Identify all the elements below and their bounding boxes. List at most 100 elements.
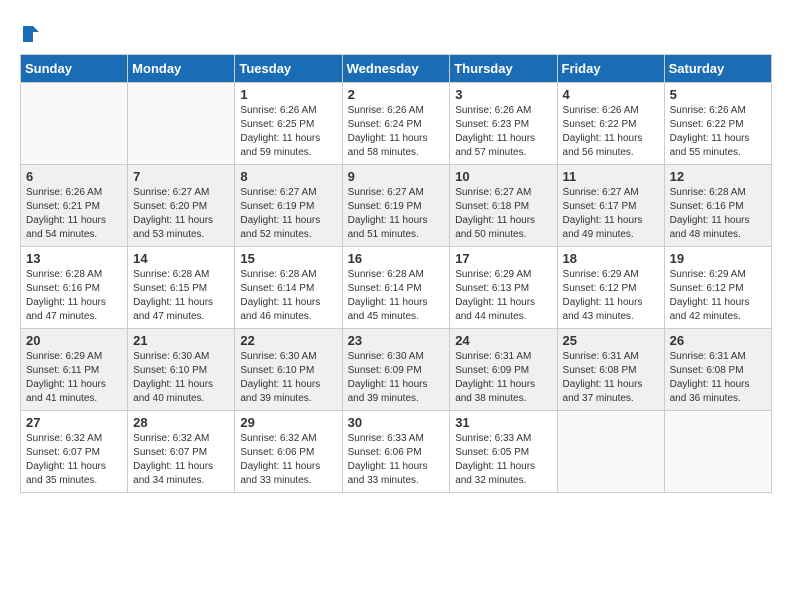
calendar-cell: 13 Sunrise: 6:28 AM Sunset: 6:16 PM Dayli…	[21, 246, 128, 328]
day-number: 5	[670, 87, 766, 102]
day-number: 2	[348, 87, 445, 102]
calendar-cell: 30Sunrise: 6:33 AM Sunset: 6:06 PM Dayli…	[342, 410, 450, 492]
day-info: Sunrise: 6:27 AM Sunset: 6:18 PM Dayligh…	[455, 186, 551, 242]
calendar-cell: 31 Sunrise: 6:33 AM Sunset: 6:05 PM Dayli…	[450, 410, 557, 492]
day-number: 29	[240, 415, 336, 430]
day-info: Sunrise: 6:33 AM Sunset: 6:06 PM Dayligh…	[348, 432, 445, 488]
day-number: 1	[240, 87, 336, 102]
day-info: Sunrise: 6:26 AM Sunset: 6:22 PM Dayligh…	[563, 104, 659, 160]
day-info: Sunrise: 6:29 AM Sunset: 6:11 PM Dayligh…	[26, 350, 122, 406]
day-info: Sunrise: 6:28 AM Sunset: 6:14 PM Dayligh…	[240, 268, 336, 324]
day-number: 24	[455, 333, 551, 348]
calendar-cell: 19 Sunrise: 6:29 AM Sunset: 6:12 PM Dayli…	[664, 246, 771, 328]
day-number: 15	[240, 251, 336, 266]
calendar-cell: 17Sunrise: 6:29 AM Sunset: 6:13 PM Dayli…	[450, 246, 557, 328]
day-number: 4	[563, 87, 659, 102]
day-number: 28	[133, 415, 229, 430]
day-number: 13	[26, 251, 122, 266]
calendar-cell: 27 Sunrise: 6:32 AM Sunset: 6:07 PM Dayli…	[21, 410, 128, 492]
day-info: Sunrise: 6:29 AM Sunset: 6:12 PM Dayligh…	[563, 268, 659, 324]
calendar-cell: 5Sunrise: 6:26 AM Sunset: 6:22 PM Daylig…	[664, 82, 771, 164]
calendar-cell: 29 Sunrise: 6:32 AM Sunset: 6:06 PM Dayli…	[235, 410, 342, 492]
calendar-cell: 7 Sunrise: 6:27 AM Sunset: 6:20 PM Daylig…	[128, 164, 235, 246]
day-info: Sunrise: 6:33 AM Sunset: 6:05 PM Dayligh…	[455, 432, 551, 488]
day-info: Sunrise: 6:26 AM Sunset: 6:21 PM Dayligh…	[26, 186, 122, 242]
calendar-cell: 23 Sunrise: 6:30 AM Sunset: 6:09 PM Dayli…	[342, 328, 450, 410]
calendar-cell	[557, 410, 664, 492]
day-info: Sunrise: 6:32 AM Sunset: 6:07 PM Dayligh…	[26, 432, 122, 488]
day-info: Sunrise: 6:31 AM Sunset: 6:09 PM Dayligh…	[455, 350, 551, 406]
day-info: Sunrise: 6:26 AM Sunset: 6:25 PM Dayligh…	[240, 104, 336, 160]
day-number: 9	[348, 169, 445, 184]
day-number: 8	[240, 169, 336, 184]
day-number: 7	[133, 169, 229, 184]
day-number: 6	[26, 169, 122, 184]
day-number: 11	[563, 169, 659, 184]
calendar-cell: 21Sunrise: 6:30 AM Sunset: 6:10 PM Dayli…	[128, 328, 235, 410]
calendar-cell: 9 Sunrise: 6:27 AM Sunset: 6:19 PM Daylig…	[342, 164, 450, 246]
day-info: Sunrise: 6:26 AM Sunset: 6:24 PM Dayligh…	[348, 104, 445, 160]
weekday-header-wednesday: Wednesday	[342, 54, 450, 82]
calendar-cell: 12 Sunrise: 6:28 AM Sunset: 6:16 PM Dayli…	[664, 164, 771, 246]
day-number: 20	[26, 333, 122, 348]
day-info: Sunrise: 6:29 AM Sunset: 6:12 PM Dayligh…	[670, 268, 766, 324]
weekday-header-sunday: Sunday	[21, 54, 128, 82]
page-header	[20, 20, 772, 44]
day-info: Sunrise: 6:31 AM Sunset: 6:08 PM Dayligh…	[563, 350, 659, 406]
calendar-cell: 15 Sunrise: 6:28 AM Sunset: 6:14 PM Dayli…	[235, 246, 342, 328]
day-info: Sunrise: 6:28 AM Sunset: 6:16 PM Dayligh…	[670, 186, 766, 242]
day-number: 21	[133, 333, 229, 348]
calendar-cell: 16Sunrise: 6:28 AM Sunset: 6:14 PM Dayli…	[342, 246, 450, 328]
weekday-header-thursday: Thursday	[450, 54, 557, 82]
day-info: Sunrise: 6:27 AM Sunset: 6:19 PM Dayligh…	[348, 186, 445, 242]
day-info: Sunrise: 6:32 AM Sunset: 6:07 PM Dayligh…	[133, 432, 229, 488]
logo-icon	[21, 24, 41, 44]
day-number: 19	[670, 251, 766, 266]
day-info: Sunrise: 6:27 AM Sunset: 6:20 PM Dayligh…	[133, 186, 229, 242]
calendar-cell: 6 Sunrise: 6:26 AM Sunset: 6:21 PM Daylig…	[21, 164, 128, 246]
calendar-cell: 18 Sunrise: 6:29 AM Sunset: 6:12 PM Dayli…	[557, 246, 664, 328]
calendar-cell: 11Sunrise: 6:27 AM Sunset: 6:17 PM Dayli…	[557, 164, 664, 246]
day-number: 23	[348, 333, 445, 348]
calendar-week-row: 13 Sunrise: 6:28 AM Sunset: 6:16 PM Dayli…	[21, 246, 772, 328]
calendar-cell	[21, 82, 128, 164]
calendar-cell: 1 Sunrise: 6:26 AM Sunset: 6:25 PM Daylig…	[235, 82, 342, 164]
calendar-table: SundayMondayTuesdayWednesdayThursdayFrid…	[20, 54, 772, 493]
calendar-cell: 2 Sunrise: 6:26 AM Sunset: 6:24 PM Daylig…	[342, 82, 450, 164]
calendar-cell: 22 Sunrise: 6:30 AM Sunset: 6:10 PM Dayli…	[235, 328, 342, 410]
day-info: Sunrise: 6:30 AM Sunset: 6:09 PM Dayligh…	[348, 350, 445, 406]
logo	[20, 20, 41, 44]
calendar-cell: 28 Sunrise: 6:32 AM Sunset: 6:07 PM Dayli…	[128, 410, 235, 492]
day-number: 27	[26, 415, 122, 430]
day-number: 17	[455, 251, 551, 266]
calendar-cell: 3 Sunrise: 6:26 AM Sunset: 6:23 PM Daylig…	[450, 82, 557, 164]
day-number: 3	[455, 87, 551, 102]
day-number: 25	[563, 333, 659, 348]
weekday-header-friday: Friday	[557, 54, 664, 82]
day-number: 31	[455, 415, 551, 430]
day-info: Sunrise: 6:31 AM Sunset: 6:08 PM Dayligh…	[670, 350, 766, 406]
day-number: 12	[670, 169, 766, 184]
day-number: 22	[240, 333, 336, 348]
calendar-week-row: 1 Sunrise: 6:26 AM Sunset: 6:25 PM Daylig…	[21, 82, 772, 164]
weekday-header-monday: Monday	[128, 54, 235, 82]
day-info: Sunrise: 6:27 AM Sunset: 6:19 PM Dayligh…	[240, 186, 336, 242]
calendar-week-row: 27 Sunrise: 6:32 AM Sunset: 6:07 PM Dayli…	[21, 410, 772, 492]
calendar-cell: 20 Sunrise: 6:29 AM Sunset: 6:11 PM Dayli…	[21, 328, 128, 410]
calendar-week-row: 6 Sunrise: 6:26 AM Sunset: 6:21 PM Daylig…	[21, 164, 772, 246]
calendar-cell: 14Sunrise: 6:28 AM Sunset: 6:15 PM Dayli…	[128, 246, 235, 328]
calendar-cell: 4 Sunrise: 6:26 AM Sunset: 6:22 PM Daylig…	[557, 82, 664, 164]
day-number: 26	[670, 333, 766, 348]
day-info: Sunrise: 6:28 AM Sunset: 6:16 PM Dayligh…	[26, 268, 122, 324]
day-number: 18	[563, 251, 659, 266]
day-info: Sunrise: 6:30 AM Sunset: 6:10 PM Dayligh…	[240, 350, 336, 406]
calendar-week-row: 20 Sunrise: 6:29 AM Sunset: 6:11 PM Dayli…	[21, 328, 772, 410]
calendar-header-row: SundayMondayTuesdayWednesdayThursdayFrid…	[21, 54, 772, 82]
day-info: Sunrise: 6:28 AM Sunset: 6:14 PM Dayligh…	[348, 268, 445, 324]
calendar-cell: 10 Sunrise: 6:27 AM Sunset: 6:18 PM Dayli…	[450, 164, 557, 246]
calendar-cell: 24 Sunrise: 6:31 AM Sunset: 6:09 PM Dayli…	[450, 328, 557, 410]
day-number: 10	[455, 169, 551, 184]
day-info: Sunrise: 6:32 AM Sunset: 6:06 PM Dayligh…	[240, 432, 336, 488]
day-info: Sunrise: 6:26 AM Sunset: 6:23 PM Dayligh…	[455, 104, 551, 160]
calendar-cell	[128, 82, 235, 164]
